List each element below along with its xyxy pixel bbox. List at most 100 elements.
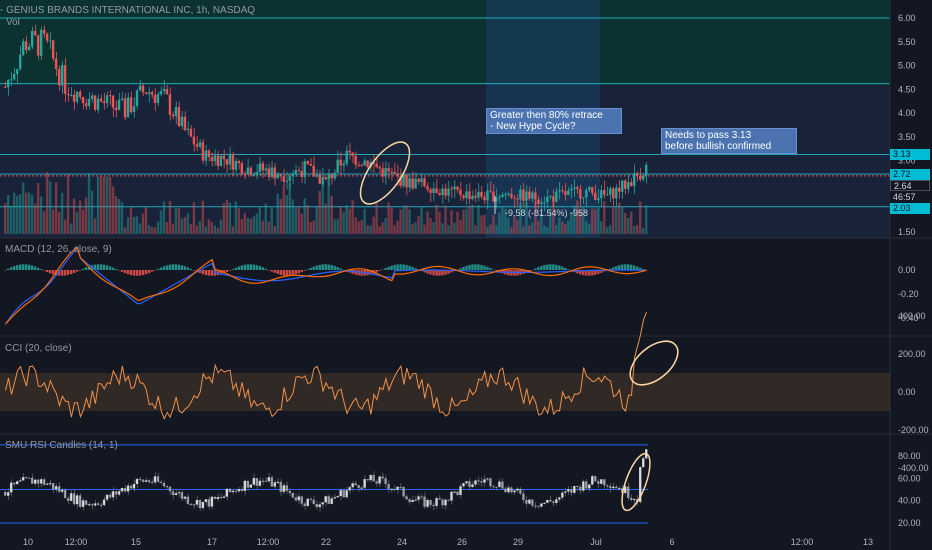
candle-body — [492, 191, 495, 202]
volume-bar — [123, 227, 127, 234]
macd-histogram-bar — [255, 265, 259, 270]
countdown-tag: 46:57 — [890, 192, 930, 203]
candle-body — [138, 85, 142, 91]
volume-bar — [633, 226, 636, 234]
macd-histogram-bar — [459, 268, 462, 270]
volume-bar — [645, 205, 648, 234]
rsi-candle-body — [153, 476, 157, 483]
macd-histogram-bar — [474, 264, 477, 270]
rsi-candle-body — [594, 476, 597, 482]
macd-histogram-bar — [36, 267, 40, 270]
rsi-candle-body — [36, 479, 40, 484]
macd-histogram-bar — [288, 270, 291, 276]
rsi-candle-body — [177, 492, 181, 494]
rsi-candle-body — [564, 491, 567, 493]
rsi-candle-body — [231, 490, 235, 493]
volume-bar — [507, 217, 510, 234]
volume-bar — [84, 197, 88, 234]
candle-body — [183, 116, 187, 131]
macd-histogram-bar — [402, 264, 405, 270]
volume-bar — [357, 221, 360, 234]
macd-histogram-bar — [72, 270, 76, 273]
macd-histogram-bar — [543, 265, 546, 270]
candle-body — [633, 173, 636, 187]
rsi-candle-body — [132, 483, 136, 489]
volume-bar — [627, 217, 630, 234]
macd-histogram-bar — [327, 264, 330, 270]
x-tick-label: 15 — [131, 537, 141, 547]
candle-body — [354, 155, 357, 165]
macd-histogram-bar — [546, 264, 549, 270]
macd-histogram-bar — [192, 270, 196, 271]
macd-histogram-bar — [15, 265, 19, 270]
volume-bar — [291, 199, 294, 234]
macd-histogram-bar — [144, 270, 148, 275]
volume-bar — [624, 212, 627, 234]
macd-histogram-bar — [204, 270, 208, 275]
rsi-candle-body — [570, 489, 573, 493]
candle-body — [30, 30, 34, 47]
volume-bar — [510, 227, 513, 234]
candle-body — [189, 128, 193, 137]
rsi-candle-body — [300, 496, 303, 504]
volume-bar — [285, 195, 288, 234]
candle-body — [531, 192, 534, 199]
rsi-candle-body — [84, 500, 88, 505]
candle-body — [483, 196, 486, 201]
rsi-candle-body — [390, 488, 393, 490]
candle-body — [498, 197, 501, 199]
macd-histogram-bar — [42, 270, 46, 271]
candle-body — [12, 74, 16, 80]
volume-bar — [435, 204, 438, 234]
cci-label: CCI (20, close) — [5, 343, 72, 354]
price-tick-label: 3.50 — [898, 132, 916, 142]
rsi-candle-body — [285, 485, 288, 491]
volume-bar — [69, 223, 73, 234]
rsi-candle-body — [435, 498, 438, 506]
rsi-candle-body — [195, 499, 199, 505]
rsi-candle-body — [213, 496, 217, 499]
rsi-candle-body — [450, 491, 453, 501]
macd-histogram-bar — [549, 264, 552, 270]
volume-bar — [606, 227, 609, 234]
macd-histogram-bar — [228, 270, 232, 271]
candle-body — [543, 202, 546, 204]
candle-body — [468, 191, 471, 200]
macd-histogram-bar — [465, 265, 468, 270]
rsi-candle-body — [252, 477, 256, 485]
cci-band — [0, 373, 890, 411]
volume-bar — [333, 219, 336, 234]
volume-bar — [498, 212, 501, 234]
candle-body — [603, 190, 606, 195]
candle-body — [444, 188, 447, 196]
macd-histogram-bar — [438, 270, 441, 276]
rsi-candle-body — [588, 484, 591, 489]
macd-histogram-bar — [564, 267, 567, 270]
volume-bar — [294, 207, 297, 234]
rsi-candle-body — [312, 499, 315, 504]
candle-body — [477, 191, 480, 198]
volume-bar — [216, 227, 220, 234]
macd-histogram-bar — [567, 269, 570, 270]
rsi-candle-body — [519, 488, 522, 494]
volume-bar — [288, 182, 291, 234]
candle-body — [129, 97, 133, 113]
rsi-candle-body — [180, 492, 184, 499]
rsi-candle-body — [303, 503, 306, 506]
volume-bar — [45, 172, 49, 234]
candle-body — [186, 128, 190, 131]
volume-bar — [591, 208, 594, 234]
rsi-candle-body — [237, 489, 241, 492]
rsi-candle-body — [585, 481, 588, 489]
volume-bar — [513, 215, 516, 234]
price-tick-label: 1.50 — [898, 227, 916, 237]
candle-body — [504, 194, 507, 196]
volume-bar — [27, 192, 31, 234]
candle-body — [285, 180, 288, 182]
rsi-tick-label: 80.00 — [898, 451, 921, 461]
rsi-candle-body — [444, 499, 447, 506]
rsi-candle-body — [282, 485, 285, 492]
candle-body — [279, 174, 282, 177]
volume-bar — [432, 221, 435, 234]
candle-body — [588, 187, 591, 190]
